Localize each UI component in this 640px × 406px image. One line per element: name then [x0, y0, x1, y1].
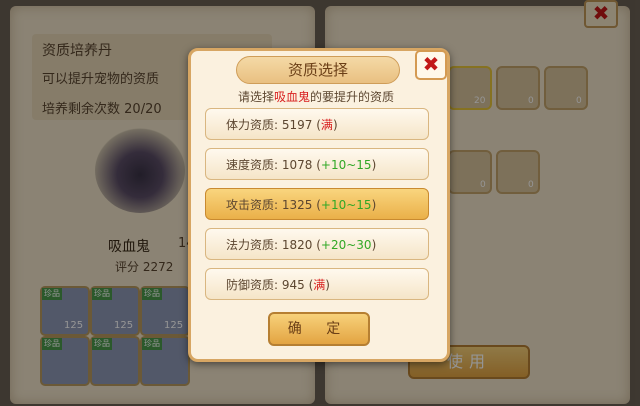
- close-icon[interactable]: ✖: [415, 50, 447, 80]
- option-extra: +10~15: [320, 198, 372, 212]
- option-value: 1820: [281, 238, 313, 252]
- option-extra: +10~15: [320, 158, 372, 172]
- prompt-pet-name: 吸血鬼: [273, 90, 310, 104]
- option-label: 防御资质: [226, 278, 275, 292]
- option-extra: +20~30: [320, 238, 372, 252]
- option-label: 体力资质: [226, 118, 275, 132]
- option-speed[interactable]: 速度资质: 1078 (+10~15): [205, 148, 429, 180]
- option-value: 5197: [281, 118, 313, 132]
- option-value: 1078: [281, 158, 313, 172]
- option-label: 法力资质: [226, 238, 275, 252]
- option-mana[interactable]: 法力资质: 1820 (+20~30): [205, 228, 429, 260]
- prompt-prefix: 请选择: [237, 90, 274, 104]
- option-extra: 满: [313, 278, 326, 292]
- confirm-button[interactable]: 确 定: [268, 312, 370, 346]
- option-value: 1325: [281, 198, 313, 212]
- option-defense[interactable]: 防御资质: 945 (满): [205, 268, 429, 300]
- option-extra: 满: [320, 118, 333, 132]
- dialog-title: 资质选择: [236, 56, 400, 84]
- option-stamina[interactable]: 体力资质: 5197 (满): [205, 108, 429, 140]
- dialog-prompt: 请选择吸血鬼的要提升的资质: [198, 88, 434, 105]
- prompt-suffix: 的要提升的资质: [310, 90, 395, 104]
- option-label: 速度资质: [226, 158, 275, 172]
- option-value: 945: [281, 278, 305, 292]
- option-label: 攻击资质: [226, 198, 275, 212]
- option-attack[interactable]: 攻击资质: 1325 (+10~15): [205, 188, 429, 220]
